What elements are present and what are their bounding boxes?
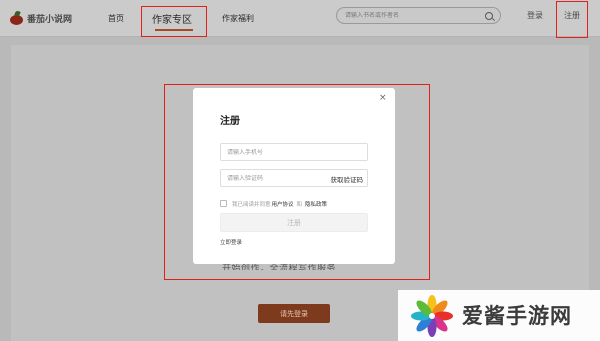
annotation-box-author-zone	[141, 6, 207, 37]
search-box[interactable]	[336, 7, 501, 24]
watermark: 爱酱手游网	[398, 290, 600, 341]
annotation-box-register	[556, 1, 588, 38]
search-input[interactable]	[345, 12, 475, 19]
header-login-link[interactable]: 登录	[527, 10, 543, 21]
site-logo[interactable]: 番茄小说网	[9, 10, 72, 26]
nav-home[interactable]: 首页	[108, 0, 124, 37]
login-first-button[interactable]: 请先登录	[258, 304, 330, 323]
tomato-logo-icon	[9, 10, 24, 25]
annotation-box-dialog	[164, 84, 430, 280]
search-icon[interactable]	[485, 12, 493, 20]
top-header: 番茄小说网 首页 作家专区 作家福利 登录 注册	[0, 0, 600, 37]
pinwheel-logo-icon	[411, 295, 453, 337]
nav-author-welfare[interactable]: 作家福利	[222, 0, 254, 37]
watermark-text: 爱酱手游网	[462, 304, 572, 328]
site-logo-text: 番茄小说网	[27, 14, 73, 25]
